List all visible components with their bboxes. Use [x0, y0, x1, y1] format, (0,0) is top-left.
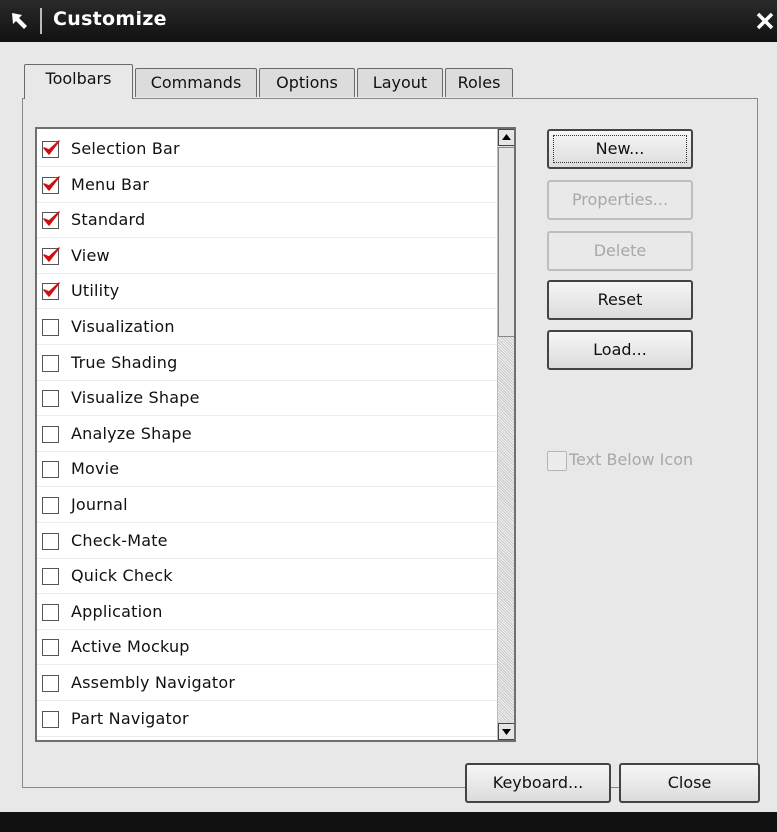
list-item[interactable]: True Shading [37, 346, 497, 381]
focus-ring [553, 135, 687, 163]
text-below-icon-checkbox[interactable] [547, 451, 567, 471]
tab-commands[interactable]: Commands [135, 68, 257, 97]
toolbar-item-label: Menu Bar [71, 174, 149, 194]
list-item[interactable]: Visualize Shape [37, 381, 497, 417]
list-item[interactable]: Analyze Shape [37, 417, 497, 452]
arrow-up-icon [502, 134, 511, 140]
list-item[interactable]: Utility [37, 274, 497, 310]
list-item[interactable]: Assembly Navigator [37, 666, 497, 701]
list-item[interactable]: Selection Bar [37, 132, 497, 167]
scroll-thumb[interactable] [498, 147, 514, 337]
toolbar-item-label: Application [71, 601, 163, 621]
toolbar-item-label: Quick Check [71, 566, 173, 586]
toolbar-checkbox[interactable] [42, 532, 59, 550]
checkmark-icon [43, 140, 60, 155]
list-item[interactable]: Part Navigator [37, 702, 497, 737]
new-button[interactable]: New... [547, 129, 693, 169]
window-title: Customize [53, 8, 167, 30]
title-bar: Customize [0, 0, 777, 43]
toolbars-panel: Selection Bar Menu Bar Standard View Utility… [22, 98, 758, 788]
keyboard-button[interactable]: Keyboard... [465, 763, 611, 803]
toolbar-item-label: Visualize Shape [71, 388, 200, 408]
tab-roles[interactable]: Roles [445, 68, 513, 97]
list-item[interactable]: Movie [37, 452, 497, 488]
tab-toolbars[interactable]: Toolbars [24, 64, 133, 99]
toolbar-checkbox[interactable] [42, 282, 60, 301]
list-item[interactable]: Journal [37, 488, 497, 523]
checkmark-icon [43, 211, 60, 226]
list-item[interactable]: Application [37, 595, 497, 630]
toolbar-checkbox[interactable] [42, 319, 59, 336]
toolbar-item-label: Selection Bar [71, 139, 180, 158]
close-button[interactable]: Close [619, 763, 760, 803]
toolbar-checkbox[interactable] [42, 247, 60, 265]
toolbar-item-label: Analyze Shape [71, 423, 192, 443]
list-item[interactable]: Quick Check [37, 559, 497, 595]
list-item[interactable]: Check-Mate [37, 524, 497, 559]
toolbar-checkbox[interactable] [42, 568, 59, 586]
toolbar-checkbox[interactable] [42, 354, 59, 372]
scroll-down-button[interactable] [498, 723, 514, 740]
toolbar-item-label: View [71, 245, 110, 265]
load-button[interactable]: Load... [547, 330, 693, 370]
toolbar-item-label: Utility [71, 281, 120, 301]
delete-button[interactable]: Delete [547, 231, 693, 271]
toolbar-item-label: Movie [71, 459, 120, 479]
list-item[interactable]: View [37, 239, 497, 274]
toolbar-checkbox[interactable] [42, 639, 59, 657]
toolbar-item-label: Visualization [71, 317, 175, 336]
toolbar-checkbox[interactable] [42, 675, 59, 692]
reset-button[interactable]: Reset [547, 280, 693, 320]
vertical-scrollbar[interactable] [497, 129, 514, 740]
toolbar-item-label: True Shading [71, 352, 178, 372]
tab-layout[interactable]: Layout [357, 68, 443, 97]
text-below-icon-label: Text Below Icon [569, 450, 694, 469]
toolbar-checkbox[interactable] [42, 497, 59, 514]
list-item[interactable]: Active Mockup [37, 630, 497, 666]
pin-arrow-icon[interactable] [10, 11, 32, 31]
checkmark-icon [43, 247, 60, 262]
toolbar-checkbox[interactable] [42, 140, 60, 158]
scroll-up-button[interactable] [498, 129, 514, 146]
checkmark-icon [43, 282, 60, 298]
properties-button[interactable]: Properties... [547, 180, 693, 220]
toolbar-checkbox[interactable] [42, 461, 59, 479]
close-icon[interactable] [754, 10, 776, 32]
toolbar-item-label: Assembly Navigator [71, 673, 236, 692]
checkmark-icon [43, 175, 60, 191]
toolbar-item-label: Active Mockup [71, 637, 190, 657]
list-item[interactable]: Menu Bar [37, 168, 497, 203]
toolbar-checkbox[interactable] [42, 211, 60, 230]
tab-options[interactable]: Options [259, 68, 355, 97]
bottom-bar [0, 812, 777, 832]
toolbar-item-label: Journal [71, 495, 128, 514]
toolbar-checkbox[interactable] [42, 603, 59, 621]
toolbar-checkbox[interactable] [42, 390, 59, 408]
title-separator [40, 8, 42, 34]
toolbar-checkbox[interactable] [42, 425, 59, 443]
list-item[interactable]: Standard [37, 203, 497, 239]
toolbar-item-label: Part Navigator [71, 708, 189, 728]
toolbar-item-label: Check-Mate [71, 530, 168, 550]
toolbar-list[interactable]: Selection Bar Menu Bar Standard View Utility… [35, 127, 516, 742]
toolbar-checkbox[interactable] [42, 710, 59, 728]
customize-dialog: Toolbars Commands Options Layout Roles S… [0, 42, 777, 812]
toolbar-item-label: Standard [71, 210, 146, 230]
toolbar-checkbox[interactable] [42, 175, 60, 194]
list-item[interactable]: Visualization [37, 310, 497, 345]
arrow-down-icon [502, 729, 511, 735]
